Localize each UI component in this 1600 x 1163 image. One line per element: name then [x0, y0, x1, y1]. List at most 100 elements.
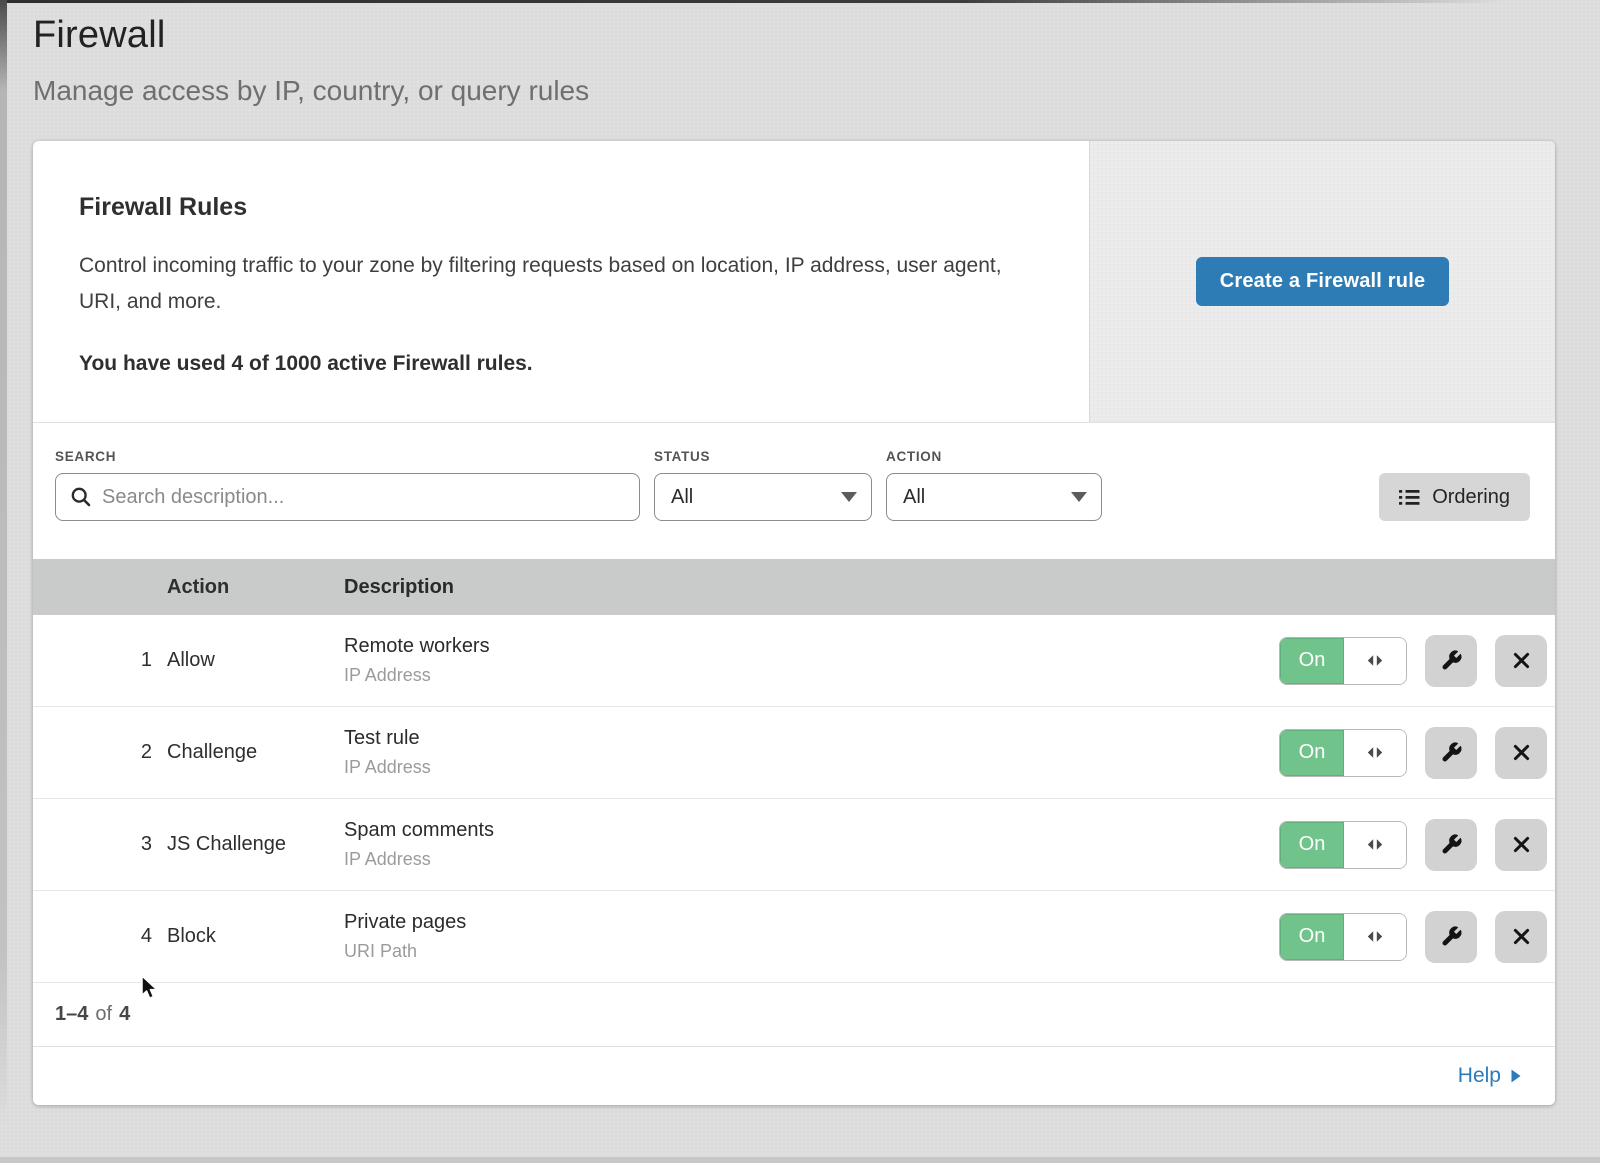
- left-right-arrows-icon[interactable]: [1344, 822, 1406, 868]
- rule-action: JS Challenge: [167, 833, 344, 856]
- page-subtitle: Manage access by IP, country, or query r…: [33, 75, 1600, 107]
- rule-controls: On: [1225, 635, 1555, 687]
- x-icon: [1511, 926, 1532, 947]
- wrench-icon: [1440, 741, 1463, 764]
- wrench-icon: [1440, 925, 1463, 948]
- pagination: 1–4 of 4: [33, 983, 1555, 1047]
- rule-controls: On: [1225, 727, 1555, 779]
- status-filter-group: STATUS All: [654, 449, 872, 521]
- status-selected-value: All: [671, 486, 693, 509]
- toggle-on-segment[interactable]: On: [1280, 638, 1344, 684]
- search-icon: [70, 486, 92, 508]
- edit-rule-button[interactable]: [1425, 911, 1477, 963]
- toggle-on-segment[interactable]: On: [1280, 822, 1344, 868]
- rule-match-type: IP Address: [344, 757, 1225, 778]
- toggle-on-segment[interactable]: On: [1280, 914, 1344, 960]
- wrench-icon: [1440, 649, 1463, 672]
- rules-table-body: 1 Allow Remote workers IP Address On: [33, 615, 1555, 983]
- search-box[interactable]: [55, 473, 640, 521]
- rule-description: Test rule: [344, 727, 1225, 750]
- search-filter-group: SEARCH: [55, 449, 640, 521]
- toggle-on-segment[interactable]: On: [1280, 730, 1344, 776]
- rule-description-cell: Private pages URI Path: [344, 911, 1225, 962]
- rule-match-type: IP Address: [344, 665, 1225, 686]
- rule-description-cell: Remote workers IP Address: [344, 635, 1225, 686]
- ordered-list-icon: [1399, 489, 1420, 506]
- rule-priority: 3: [33, 833, 167, 856]
- wrench-icon: [1440, 833, 1463, 856]
- delete-rule-button[interactable]: [1495, 727, 1547, 779]
- rule-priority: 4: [33, 925, 167, 948]
- card-description: Control incoming traffic to your zone by…: [79, 248, 1039, 320]
- rule-row: 2 Challenge Test rule IP Address On: [33, 707, 1555, 799]
- rule-row: 3 JS Challenge Spam comments IP Address …: [33, 799, 1555, 891]
- card-top-section: Firewall Rules Control incoming traffic …: [33, 141, 1555, 423]
- action-selected-value: All: [903, 486, 925, 509]
- left-right-arrows-icon[interactable]: [1344, 638, 1406, 684]
- delete-rule-button[interactable]: [1495, 819, 1547, 871]
- x-icon: [1511, 742, 1532, 763]
- rule-enabled-toggle[interactable]: On: [1279, 913, 1407, 961]
- status-select[interactable]: All: [654, 473, 872, 521]
- delete-rule-button[interactable]: [1495, 635, 1547, 687]
- rule-action: Allow: [167, 649, 344, 672]
- action-column-header: Action: [167, 576, 344, 599]
- right-triangle-icon: [1510, 1068, 1522, 1084]
- x-icon: [1511, 650, 1532, 671]
- window-edge-bottom: [0, 1157, 1600, 1163]
- rule-description: Private pages: [344, 911, 1225, 934]
- action-select[interactable]: All: [886, 473, 1102, 521]
- card-info: Firewall Rules Control incoming traffic …: [33, 141, 1089, 422]
- page-title: Firewall: [33, 14, 1600, 57]
- action-filter-group: ACTION All: [886, 449, 1102, 521]
- rule-action: Block: [167, 925, 344, 948]
- chevron-down-icon: [841, 492, 857, 502]
- firewall-rules-card: Firewall Rules Control incoming traffic …: [33, 141, 1555, 1105]
- rules-table-header: Action Description: [33, 559, 1555, 615]
- help-link[interactable]: Help: [1458, 1064, 1522, 1088]
- rule-priority: 1: [33, 649, 167, 672]
- help-row: Help: [33, 1047, 1555, 1105]
- search-input[interactable]: [102, 486, 625, 509]
- description-column-header: Description: [344, 576, 1225, 599]
- filters-bar: SEARCH STATUS All ACTION All: [33, 423, 1555, 559]
- rule-description-cell: Test rule IP Address: [344, 727, 1225, 778]
- left-right-arrows-icon[interactable]: [1344, 730, 1406, 776]
- search-label: SEARCH: [55, 449, 640, 464]
- create-firewall-rule-button[interactable]: Create a Firewall rule: [1196, 257, 1450, 306]
- rule-priority: 2: [33, 741, 167, 764]
- edit-rule-button[interactable]: [1425, 635, 1477, 687]
- rule-enabled-toggle[interactable]: On: [1279, 729, 1407, 777]
- x-icon: [1511, 834, 1532, 855]
- edit-rule-button[interactable]: [1425, 819, 1477, 871]
- rule-row: 4 Block Private pages URI Path On: [33, 891, 1555, 983]
- chevron-down-icon: [1071, 492, 1087, 502]
- rule-controls: On: [1225, 819, 1555, 871]
- page-header: Firewall Manage access by IP, country, o…: [0, 0, 1600, 107]
- rule-description-cell: Spam comments IP Address: [344, 819, 1225, 870]
- usage-note: You have used 4 of 1000 active Firewall …: [79, 352, 1043, 376]
- pagination-total: 4: [119, 1003, 130, 1026]
- pagination-range: 1–4: [55, 1003, 88, 1026]
- rule-enabled-toggle[interactable]: On: [1279, 821, 1407, 869]
- window-edge-top: [0, 0, 1600, 3]
- window-edge-left: [0, 0, 7, 1163]
- pagination-of: of: [95, 1003, 112, 1026]
- rule-row: 1 Allow Remote workers IP Address On: [33, 615, 1555, 707]
- left-right-arrows-icon[interactable]: [1344, 914, 1406, 960]
- status-label: STATUS: [654, 449, 872, 464]
- help-link-label: Help: [1458, 1064, 1501, 1088]
- edit-rule-button[interactable]: [1425, 727, 1477, 779]
- rule-description: Remote workers: [344, 635, 1225, 658]
- card-side-panel: Create a Firewall rule: [1089, 141, 1555, 422]
- action-label: ACTION: [886, 449, 1102, 464]
- ordering-button-label: Ordering: [1432, 486, 1510, 509]
- rule-match-type: IP Address: [344, 849, 1225, 870]
- card-title: Firewall Rules: [79, 193, 1043, 222]
- rule-description: Spam comments: [344, 819, 1225, 842]
- ordering-button[interactable]: Ordering: [1379, 473, 1530, 521]
- delete-rule-button[interactable]: [1495, 911, 1547, 963]
- rule-enabled-toggle[interactable]: On: [1279, 637, 1407, 685]
- rule-action: Challenge: [167, 741, 344, 764]
- rule-controls: On: [1225, 911, 1555, 963]
